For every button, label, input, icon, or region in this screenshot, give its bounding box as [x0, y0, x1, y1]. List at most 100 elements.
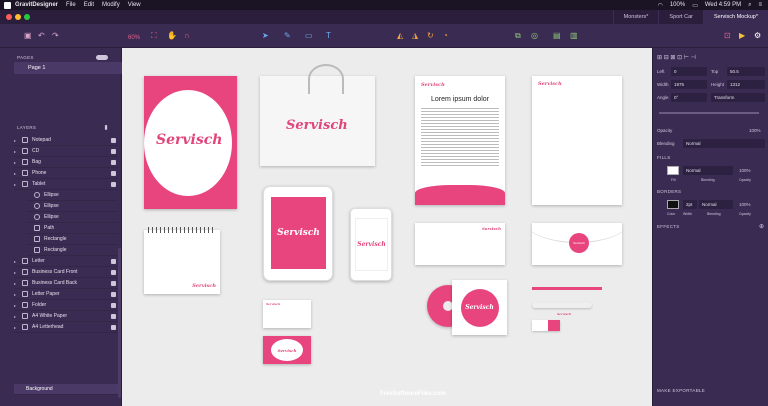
expand-caret-icon[interactable]: ▸	[14, 259, 22, 264]
lock-icon[interactable]	[111, 182, 116, 187]
apple-icon[interactable]	[4, 2, 11, 9]
tab-sport-car[interactable]: Sport Car	[658, 10, 703, 24]
layer-item[interactable]: Path	[26, 223, 118, 234]
layer-item[interactable]: ▸A4 Letterhead	[14, 322, 118, 333]
expand-caret-icon[interactable]: ▸	[14, 160, 22, 165]
stamp[interactable]	[532, 320, 560, 331]
layer-item[interactable]: Rectangle	[26, 234, 118, 245]
layer-item[interactable]: ▸Letter	[14, 256, 118, 267]
menu-list-icon[interactable]: ≡	[758, 2, 762, 8]
mirror-icon[interactable]: ◮	[412, 31, 418, 41]
lock-icon[interactable]	[111, 314, 116, 319]
page-item[interactable]: Page 1	[14, 62, 122, 74]
zoom-window-button[interactable]	[24, 14, 30, 20]
width-input[interactable]: 1975	[671, 80, 707, 89]
layer-item[interactable]: ▸CD	[14, 146, 118, 157]
play-icon[interactable]: ▶	[739, 31, 745, 41]
border-blending-select[interactable]: Normal	[699, 200, 733, 209]
border-swatch[interactable]	[667, 200, 679, 209]
layer-item[interactable]: ▸A4 White Paper	[14, 311, 118, 322]
search-icon[interactable]: ⌕	[748, 2, 751, 9]
hand-tool-icon[interactable]: ✋	[167, 31, 177, 41]
pointer-tool-icon[interactable]: ➤	[262, 31, 269, 41]
corner-slider[interactable]	[659, 112, 759, 114]
layer-item[interactable]: Rectangle	[26, 245, 118, 256]
pages-toggle[interactable]	[96, 55, 108, 60]
tablet-mockup[interactable]: Servisch	[263, 186, 333, 281]
border-opacity[interactable]: 100%	[739, 202, 751, 207]
minimize-window-button[interactable]	[15, 14, 21, 20]
save-icon[interactable]: ▣	[24, 31, 32, 41]
flip-icon[interactable]: ◭	[397, 31, 403, 41]
align-tools-icon[interactable]: ⊞ ⊟ ⊠ ⊡ ⊢ ⊣	[657, 54, 696, 61]
blending-select[interactable]: Normal	[683, 139, 765, 148]
fill-swatch[interactable]	[667, 166, 679, 175]
fill-blending-select[interactable]: Normal	[683, 166, 733, 175]
layers-scrollbar[interactable]	[118, 248, 121, 398]
layer-item[interactable]: ▸Notepad	[14, 135, 118, 146]
layer-item[interactable]: ▸Business Card Front	[14, 267, 118, 278]
close-window-button[interactable]	[6, 14, 12, 20]
envelope-mockup[interactable]: Servisch	[415, 223, 505, 265]
bag-mockup[interactable]: Servisch	[260, 76, 375, 166]
menu-modify[interactable]: Modify	[102, 2, 120, 8]
layer-item[interactable]: ▸Letter Paper	[14, 289, 118, 300]
align-icon[interactable]: ▥	[570, 31, 578, 41]
make-exportable[interactable]: MAKE EXPORTABLE	[657, 388, 705, 393]
opacity-value[interactable]: 100%	[749, 128, 761, 133]
expand-caret-icon[interactable]: ▸	[14, 281, 22, 286]
menu-edit[interactable]: Edit	[84, 2, 94, 8]
settings-icon[interactable]: ⚙	[754, 31, 761, 41]
height-input[interactable]: 1312	[727, 80, 765, 89]
expand-caret-icon[interactable]: ▸	[14, 325, 22, 330]
notepad-mockup[interactable]: Servisch	[144, 230, 220, 294]
redo-icon[interactable]: ↷	[52, 31, 59, 41]
layer-background[interactable]: Background	[14, 384, 118, 395]
envelope-back-mockup[interactable]: Servisch	[532, 223, 622, 265]
expand-caret-icon[interactable]: ▸	[14, 182, 22, 187]
zoom-level[interactable]: 60%	[128, 33, 140, 43]
lock-icon[interactable]	[111, 292, 116, 297]
tab-servisch-mockup[interactable]: Servisch Mockup*	[703, 10, 768, 24]
business-card-back[interactable]: Servisch	[263, 336, 311, 364]
lock-icon[interactable]	[111, 160, 116, 165]
folder-mockup[interactable]: Servisch	[144, 76, 237, 209]
lock-icon[interactable]	[111, 138, 116, 143]
left-input[interactable]: 0	[671, 67, 707, 76]
cd-case[interactable]: Servisch	[452, 280, 507, 335]
battery-icon[interactable]: ▭	[692, 2, 698, 9]
border-width-input[interactable]: 2pt	[683, 200, 697, 209]
letterhead-mockup[interactable]: Servisch Lorem ipsum dolor	[415, 76, 505, 205]
clock[interactable]: Wed 4:59 PM	[705, 2, 741, 8]
top-input[interactable]: 50.5	[727, 67, 765, 76]
transform-button[interactable]: Transform	[711, 93, 765, 102]
pen[interactable]: Servisch	[532, 302, 592, 308]
timer-icon[interactable]: ◔	[443, 31, 448, 41]
boolean-icon[interactable]: ◎	[531, 31, 538, 41]
menu-view[interactable]: View	[128, 2, 141, 8]
arrange-icon[interactable]: ▤	[553, 31, 561, 41]
delete-layer-icon[interactable]: ▮	[104, 124, 108, 131]
expand-caret-icon[interactable]: ▸	[14, 270, 22, 275]
text-tool-icon[interactable]: T	[326, 31, 331, 41]
pen-tool-icon[interactable]: ✎	[284, 31, 291, 41]
expand-caret-icon[interactable]: ▸	[14, 292, 22, 297]
lock-icon[interactable]	[111, 259, 116, 264]
battery-level[interactable]: 100%	[670, 2, 685, 8]
layer-item[interactable]: Ellipse	[26, 201, 118, 212]
add-effect-icon[interactable]: ⊕	[759, 223, 764, 230]
lock-icon[interactable]	[111, 281, 116, 286]
expand-caret-icon[interactable]: ▸	[14, 171, 22, 176]
lock-icon[interactable]	[111, 303, 116, 308]
lock-icon[interactable]	[111, 270, 116, 275]
canvas[interactable]: Servisch Servisch Servisch Lorem ipsum d…	[122, 48, 652, 406]
layer-item[interactable]: ▸Tablet	[14, 179, 118, 190]
lock-icon[interactable]	[111, 325, 116, 330]
expand-caret-icon[interactable]: ▸	[14, 314, 22, 319]
layer-item[interactable]: ▸Phone	[14, 168, 118, 179]
menu-file[interactable]: File	[66, 2, 76, 8]
layer-item[interactable]: ▸Business Card Back	[14, 278, 118, 289]
business-card-front[interactable]: Servisch	[263, 300, 311, 328]
fill-opacity[interactable]: 100%	[739, 168, 751, 173]
phone-mockup[interactable]: Servisch	[350, 208, 392, 281]
